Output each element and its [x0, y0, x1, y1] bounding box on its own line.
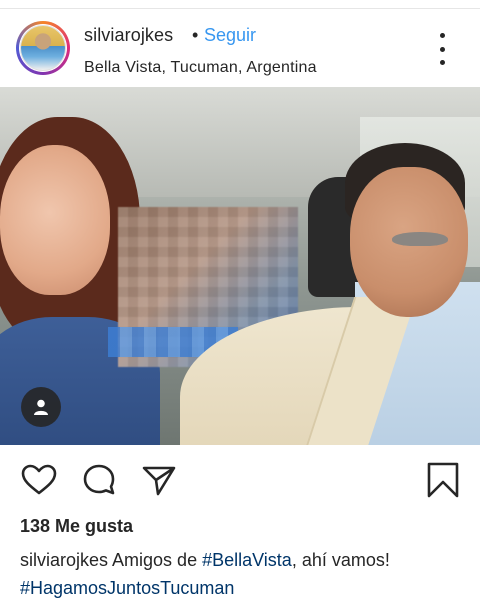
photo-person-left-face	[0, 145, 110, 295]
bookmark-icon[interactable]	[424, 461, 462, 499]
avatar[interactable]	[16, 21, 70, 75]
follow-button[interactable]: Seguir	[204, 25, 256, 46]
hashtag-link[interactable]: #BellaVista	[202, 550, 292, 570]
post-caption: silviarojkes Amigos de #BellaVista, ahí …	[20, 546, 470, 602]
caption-username[interactable]: silviarojkes	[20, 550, 108, 570]
post-actions	[0, 455, 480, 505]
heart-glyph	[21, 464, 57, 495]
more-dot	[439, 33, 445, 38]
post-location[interactable]: Bella Vista, Tucuman, Argentina	[84, 59, 317, 77]
post-header: silviarojkes • Seguir Bella Vista, Tucum…	[0, 9, 480, 87]
post-photo[interactable]	[0, 87, 480, 445]
more-vertical-icon[interactable]	[432, 33, 452, 65]
send-glyph	[142, 466, 176, 496]
caption-text: , ahí vamos!	[291, 550, 390, 570]
caption-text: Amigos de	[108, 550, 203, 570]
send-icon[interactable]	[140, 461, 178, 499]
avatar-image	[20, 25, 66, 71]
comment-glyph	[83, 464, 115, 495]
likes-count[interactable]: 138 Me gusta	[20, 516, 133, 537]
avatar-inner	[19, 24, 67, 72]
heart-icon[interactable]	[20, 461, 58, 499]
more-dot	[439, 46, 445, 52]
user-tag-glyph	[34, 399, 48, 415]
photo-person-right-mustache	[392, 232, 448, 246]
more-dot	[439, 60, 445, 65]
hashtag-link[interactable]: #HagamosJuntosTucuman	[20, 578, 234, 598]
header-username[interactable]: silviarojkes	[84, 25, 173, 46]
header-separator: •	[192, 25, 199, 45]
comment-icon[interactable]	[80, 461, 118, 499]
bookmark-glyph	[427, 462, 459, 498]
instagram-post: silviarojkes • Seguir Bella Vista, Tucum…	[0, 0, 480, 606]
user-tag-icon[interactable]	[21, 387, 61, 427]
